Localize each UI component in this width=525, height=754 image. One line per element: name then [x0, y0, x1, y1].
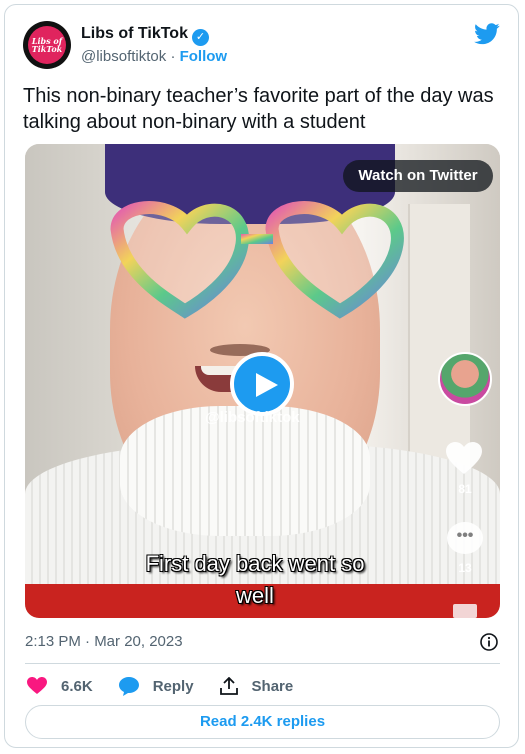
avatar[interactable]: Libs of TikTok — [23, 21, 71, 69]
play-icon — [256, 373, 278, 397]
video-caption-line1: First day back went so — [145, 551, 365, 576]
tiktok-comment-count: 13 — [458, 561, 472, 575]
tiktok-share-icon — [453, 604, 477, 618]
share-icon — [219, 677, 238, 695]
heart-glasses-graphic — [110, 201, 404, 319]
watch-on-twitter-button[interactable]: Watch on Twitter — [343, 160, 493, 192]
separator: · — [170, 48, 176, 65]
tweet-timestamp[interactable]: 2:13 PM · Mar 20, 2023 — [25, 633, 183, 650]
divider — [25, 663, 500, 664]
heart-icon — [27, 677, 47, 694]
tiktok-watermark: @libsoftiktok — [205, 409, 300, 426]
share-button[interactable]: Share — [219, 677, 294, 695]
like-button[interactable]: 6.6K — [27, 677, 93, 695]
tweet-card: Libs of TikTok Libs of TikTok ✓ @libsofti… — [4, 4, 519, 748]
tweet-header: Libs of TikTok Libs of TikTok ✓ @libsofti… — [23, 21, 500, 73]
author-info: Libs of TikTok ✓ @libsoftiktok · Follow — [81, 24, 227, 67]
tiktok-creator-avatar — [438, 352, 492, 406]
action-bar: 6.6K Reply Share — [27, 675, 319, 697]
read-replies-button[interactable]: Read 2.4K replies — [25, 705, 500, 739]
reply-button[interactable]: Reply — [118, 676, 194, 696]
avatar-logo-text: Libs of TikTok — [31, 36, 63, 54]
share-label: Share — [251, 677, 294, 695]
verified-badge-icon: ✓ — [191, 29, 209, 46]
video-caption-line2: well — [236, 583, 274, 608]
tiktok-comment-icon: ••• — [447, 522, 483, 554]
like-count: 6.6K — [61, 677, 93, 695]
twitter-bird-icon[interactable] — [474, 23, 500, 45]
tiktok-like-count: 81 — [458, 482, 472, 496]
tiktok-heart-icon — [446, 442, 482, 474]
tweet-meta: 2:13 PM · Mar 20, 2023 — [25, 631, 500, 653]
tweet-text: This non-binary teacher’s favorite part … — [23, 85, 494, 133]
reply-label: Reply — [152, 677, 194, 695]
author-display-name[interactable]: Libs of TikTok — [81, 25, 188, 42]
info-icon[interactable] — [480, 633, 498, 651]
author-handle[interactable]: @libsoftiktok — [81, 48, 166, 65]
reply-bubble-icon — [118, 676, 139, 696]
play-button[interactable] — [230, 352, 294, 416]
video-player[interactable]: Watch on Twitter @libsoftiktok 81 ••• 13… — [25, 144, 500, 618]
follow-link[interactable]: Follow — [180, 48, 228, 65]
